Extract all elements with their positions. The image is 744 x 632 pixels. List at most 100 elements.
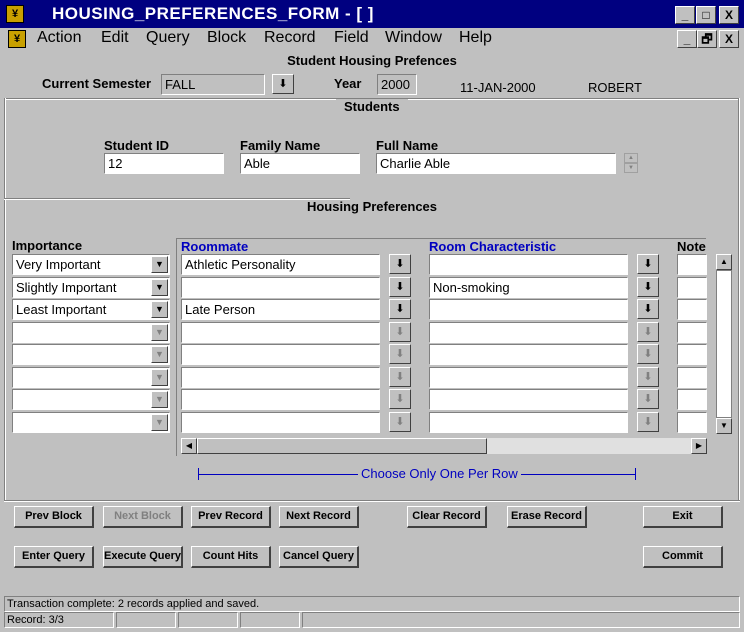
importance-select[interactable]: Slightly Important [12,276,170,298]
cancel-query-button[interactable]: Cancel Query [279,546,359,568]
note-field[interactable] [677,299,707,320]
scroll-down-icon[interactable]: ▼ [716,418,732,434]
roommate-field[interactable] [181,321,380,343]
menu-edit[interactable]: Edit [101,29,129,47]
room-lov-button[interactable]: ⬇ [637,411,659,432]
roommate-field[interactable] [181,366,380,388]
room-lov-button[interactable]: ⬇ [637,389,659,409]
menu-help[interactable]: Help [459,29,492,47]
execute-query-button[interactable]: Execute Query [103,546,183,568]
doc-minimize-button[interactable]: _ [677,30,697,48]
room-characteristic-field[interactable] [429,299,628,320]
document-icon[interactable]: ¥ [8,30,26,48]
room-lov-button[interactable]: ⬇ [637,344,659,364]
room-characteristic-field[interactable] [429,344,628,365]
vertical-scrollbar[interactable]: ▲ ▼ [716,254,732,434]
scroll-left-icon[interactable]: ◀ [181,438,197,454]
roommate-field[interactable]: Late Person [181,299,380,320]
roommate-field[interactable] [181,411,380,433]
commit-button[interactable]: Commit [643,546,723,568]
family-name-field[interactable]: Able [240,153,360,174]
roommate-lov-button[interactable]: ⬇ [389,389,411,409]
importance-select[interactable]: Least Important [12,299,170,320]
roommate-lov-button[interactable]: ⬇ [389,299,411,319]
scroll-up-icon[interactable]: ▲ [716,254,732,270]
importance-select[interactable] [12,389,170,410]
scroll-thumb[interactable] [197,438,487,454]
full-name-field[interactable]: Charlie Able [376,153,616,174]
record-spinner[interactable]: ▲ ▼ [624,153,638,173]
note-field[interactable] [677,276,707,298]
next-block-button[interactable]: Next Block [103,506,183,528]
menu-block[interactable]: Block [207,29,246,47]
oracle-forms-icon[interactable]: ¥ [6,5,24,23]
note-field[interactable] [677,254,707,275]
doc-close-button[interactable]: X [719,30,739,48]
minimize-button[interactable]: _ [675,6,695,24]
semester-field[interactable]: FALL [161,74,265,95]
doc-restore-button[interactable]: 🗗 [697,30,717,48]
spin-down-icon[interactable]: ▼ [624,163,638,173]
student-id-field[interactable]: 12 [104,153,224,174]
semester-lov-button[interactable]: ⬇ [272,74,294,94]
roommate-field[interactable] [181,389,380,410]
menu-action[interactable]: Action [37,29,81,47]
note-field[interactable] [677,344,707,365]
room-lov-button[interactable]: ⬇ [637,299,659,319]
menu-query[interactable]: Query [146,29,190,47]
chevron-down-icon[interactable]: ▼ [151,368,168,386]
exit-button[interactable]: Exit [643,506,723,528]
menu-record[interactable]: Record [264,29,316,47]
room-characteristic-field[interactable]: Non-smoking [429,276,628,298]
note-field[interactable] [677,389,707,410]
room-characteristic-field[interactable] [429,321,628,343]
chevron-down-icon[interactable]: ▼ [151,391,168,408]
roommate-lov-button[interactable]: ⬇ [389,321,411,342]
note-field[interactable] [677,366,707,388]
roommate-lov-button[interactable]: ⬇ [389,411,411,432]
importance-select[interactable] [12,366,170,388]
erase-record-button[interactable]: Erase Record [507,506,587,528]
chevron-down-icon[interactable]: ▼ [151,413,168,431]
count-hits-button[interactable]: Count Hits [191,546,271,568]
importance-select[interactable] [12,321,170,343]
roommate-lov-button[interactable]: ⬇ [389,276,411,297]
importance-select[interactable]: Very Important [12,254,170,275]
close-button[interactable]: X [719,6,739,24]
room-lov-button[interactable]: ⬇ [637,366,659,387]
clear-record-button[interactable]: Clear Record [407,506,487,528]
next-record-button[interactable]: Next Record [279,506,359,528]
prev-block-button[interactable]: Prev Block [14,506,94,528]
room-lov-button[interactable]: ⬇ [637,254,659,274]
prev-record-button[interactable]: Prev Record [191,506,271,528]
room-characteristic-field[interactable] [429,389,628,410]
room-characteristic-field[interactable] [429,411,628,433]
maximize-button[interactable]: □ [696,6,716,24]
importance-select[interactable] [12,411,170,433]
note-field[interactable] [677,321,707,343]
roommate-field[interactable] [181,344,380,365]
scroll-right-icon[interactable]: ▶ [691,438,707,454]
roommate-lov-button[interactable]: ⬇ [389,344,411,364]
roommate-field[interactable] [181,276,380,298]
room-lov-button[interactable]: ⬇ [637,276,659,297]
scroll-track[interactable] [716,270,732,418]
enter-query-button[interactable]: Enter Query [14,546,94,568]
room-characteristic-field[interactable] [429,254,628,275]
chevron-down-icon[interactable]: ▼ [151,256,168,273]
menu-window[interactable]: Window [385,29,442,47]
note-field[interactable] [677,411,707,433]
chevron-down-icon[interactable]: ▼ [151,278,168,296]
room-characteristic-field[interactable] [429,366,628,388]
chevron-down-icon[interactable]: ▼ [151,346,168,363]
spin-up-icon[interactable]: ▲ [624,153,638,163]
year-field[interactable]: 2000 [377,74,417,95]
roommate-lov-button[interactable]: ⬇ [389,366,411,387]
chevron-down-icon[interactable]: ▼ [151,301,168,318]
roommate-lov-button[interactable]: ⬇ [389,254,411,274]
importance-select[interactable] [12,344,170,365]
chevron-down-icon[interactable]: ▼ [151,323,168,341]
roommate-field[interactable]: Athletic Personality [181,254,380,275]
horizontal-scrollbar[interactable]: ◀ ▶ [181,438,707,454]
room-lov-button[interactable]: ⬇ [637,321,659,342]
